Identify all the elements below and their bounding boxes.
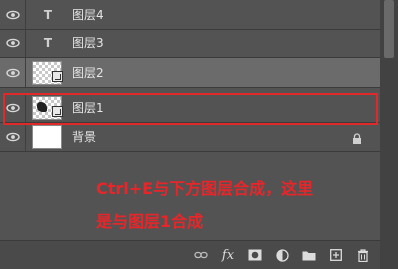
smart-object-icon	[52, 71, 63, 82]
layer-thumbnail[interactable]	[32, 125, 62, 149]
trash-icon[interactable]	[355, 247, 371, 263]
layer-row-1[interactable]: 图层1	[0, 93, 380, 123]
new-layer-icon[interactable]	[328, 247, 344, 263]
layer-name[interactable]: 背景	[72, 122, 96, 151]
annotation-line-2: 是与图层1合成	[96, 212, 204, 231]
link-icon[interactable]	[193, 247, 209, 263]
layer-row-3[interactable]: T 图层3	[0, 28, 380, 58]
visibility-eye-icon[interactable]	[0, 93, 26, 122]
scrollbar-thumb[interactable]	[384, 0, 394, 58]
mask-icon[interactable]	[247, 247, 263, 263]
visibility-eye-icon[interactable]	[0, 28, 26, 57]
layer-name[interactable]: 图层2	[72, 58, 104, 87]
layer-row-background[interactable]: 背景	[0, 122, 380, 152]
layer-name[interactable]: 图层1	[72, 93, 104, 122]
lock-icon	[352, 130, 362, 149]
text-layer-icon: T	[43, 35, 53, 50]
text-layer-icon: T	[43, 7, 53, 22]
annotation-text: Ctrl+E与下方图层合成，这里 是与图层1合成	[96, 172, 366, 238]
annotation-line-1: Ctrl+E与下方图层合成，这里	[96, 179, 314, 198]
layer-name[interactable]: 图层4	[72, 0, 104, 29]
panel-scrollbar[interactable]	[380, 0, 398, 269]
folder-icon[interactable]	[301, 247, 317, 263]
layer-row-2[interactable]: 图层2	[0, 58, 380, 88]
visibility-eye-icon[interactable]	[0, 122, 26, 151]
visibility-eye-icon[interactable]	[0, 0, 26, 29]
layers-panel: T 图层4 T 图层3 图层2 图层1 背景 Ctrl+E与下方图层合成，这里 …	[0, 0, 380, 269]
adjustment-icon[interactable]	[274, 247, 290, 263]
layer-name[interactable]: 图层3	[72, 28, 104, 57]
layers-toolbar: fx	[0, 240, 380, 269]
fx-icon[interactable]: fx	[220, 247, 236, 263]
layer-row-4[interactable]: T 图层4	[0, 0, 380, 30]
visibility-eye-icon[interactable]	[0, 58, 26, 87]
smart-object-icon	[52, 106, 63, 117]
